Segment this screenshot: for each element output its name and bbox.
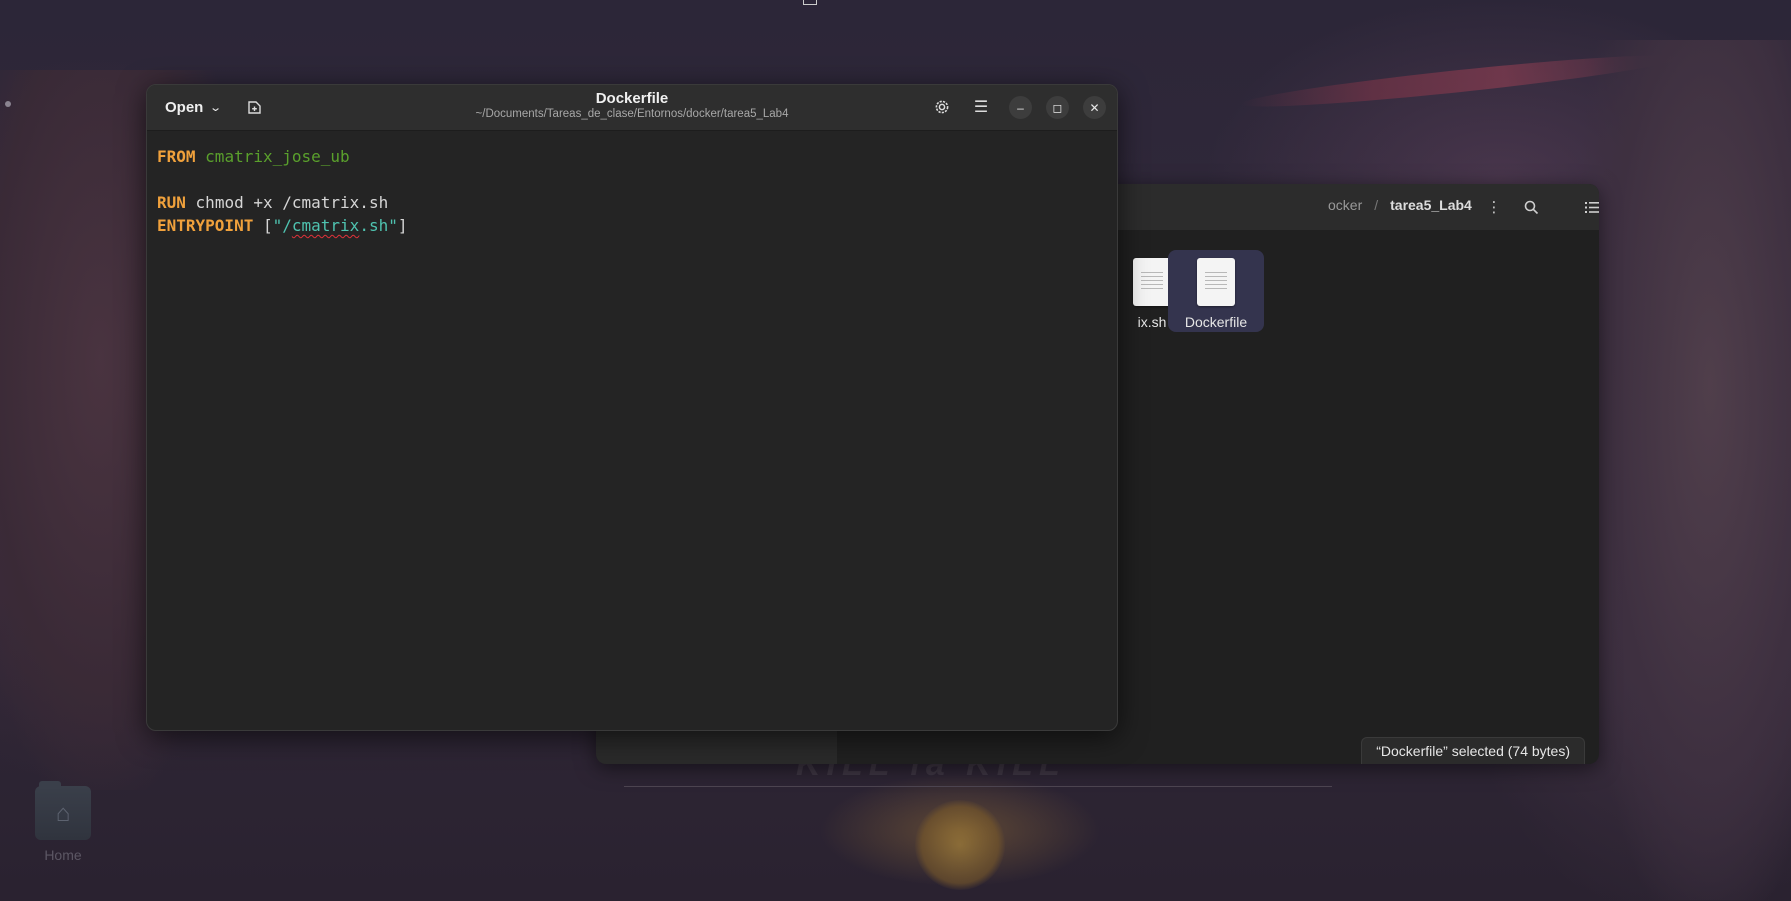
code-keyword: RUN <box>157 193 186 212</box>
wallpaper-sun <box>915 800 1005 890</box>
breadcrumb-separator: / <box>1374 197 1379 213</box>
code-string-start: "/ <box>272 216 292 235</box>
code-bracket-close: ] <box>397 216 408 235</box>
new-document-icon <box>247 100 261 114</box>
editor-headerbar: Open ⌄ Dockerfile ~/Documents/Tareas_de_… <box>147 85 1117 131</box>
open-button-label: Open <box>165 98 204 116</box>
wallpaper-figure-right <box>1580 40 1791 900</box>
editor-minimize-button[interactable]: – <box>1009 96 1032 119</box>
home-folder-icon: ⌂ <box>35 781 91 840</box>
text-file-icon <box>1133 258 1171 306</box>
selection-status-bar: “Dockerfile” selected (74 bytes) <box>1361 737 1585 764</box>
top-bar-marker <box>803 0 817 5</box>
code-line-1: FROM cmatrix_jose_ub <box>157 145 1107 168</box>
file-item-dockerfile[interactable]: Dockerfile <box>1168 250 1264 332</box>
text-file-icon <box>1197 258 1235 306</box>
code-image-name: cmatrix_jose_ub <box>205 147 350 166</box>
breadcrumb-item-docker[interactable]: ocker <box>1328 197 1362 213</box>
editor-maximize-button[interactable]: ◻ <box>1046 96 1069 119</box>
path-menu-button[interactable]: ⋮ <box>1479 184 1509 230</box>
code-text: chmod +x /cmatrix.sh <box>195 193 389 212</box>
document-settings-button[interactable] <box>927 93 957 121</box>
search-icon <box>1524 200 1538 214</box>
file-name: Dockerfile <box>1184 314 1248 330</box>
maximize-icon: ◻ <box>1052 100 1063 115</box>
list-view-icon <box>1584 201 1599 213</box>
code-line-4: ENTRYPOINT ["/cmatrix.sh"] <box>157 214 1107 237</box>
hamburger-menu-icon: ☰ <box>973 99 989 116</box>
close-icon: ✕ <box>1089 100 1100 115</box>
code-keyword: FROM <box>157 147 196 166</box>
desktop-home-label: Home <box>44 847 82 863</box>
desktop-home-icon[interactable]: ⌂ Home <box>33 781 93 863</box>
breadcrumb: ocker / tarea5_Lab4 <box>1328 197 1472 213</box>
gear-icon <box>935 100 949 114</box>
open-button[interactable]: Open ⌄ <box>157 93 229 121</box>
text-editor-window[interactable]: Open ⌄ Dockerfile ~/Documents/Tareas_de_… <box>146 84 1118 731</box>
code-string-end: .sh" <box>359 216 398 235</box>
kebab-menu-icon: ⋮ <box>1486 199 1502 216</box>
code-bracket-open: [ <box>262 216 273 235</box>
minimize-icon: – <box>1017 100 1024 115</box>
breadcrumb-item-current[interactable]: tarea5_Lab4 <box>1390 197 1472 213</box>
wallpaper-divider <box>624 786 1332 787</box>
code-line-3: RUN chmod +x /cmatrix.sh <box>157 191 1107 214</box>
list-view-button[interactable] <box>1577 184 1599 230</box>
code-keyword: ENTRYPOINT <box>157 216 254 235</box>
search-button[interactable] <box>1516 184 1546 230</box>
misspelled-word: cmatrix <box>291 216 360 235</box>
editor-close-button[interactable]: ✕ <box>1083 96 1106 119</box>
code-editor[interactable]: FROM cmatrix_jose_ub RUN chmod +x /cmatr… <box>157 145 1107 720</box>
left-edge-dot <box>5 101 11 107</box>
new-tab-button[interactable] <box>239 93 269 121</box>
chevron-down-icon: ⌄ <box>209 101 223 114</box>
editor-main-menu-button[interactable]: ☰ <box>966 93 996 121</box>
